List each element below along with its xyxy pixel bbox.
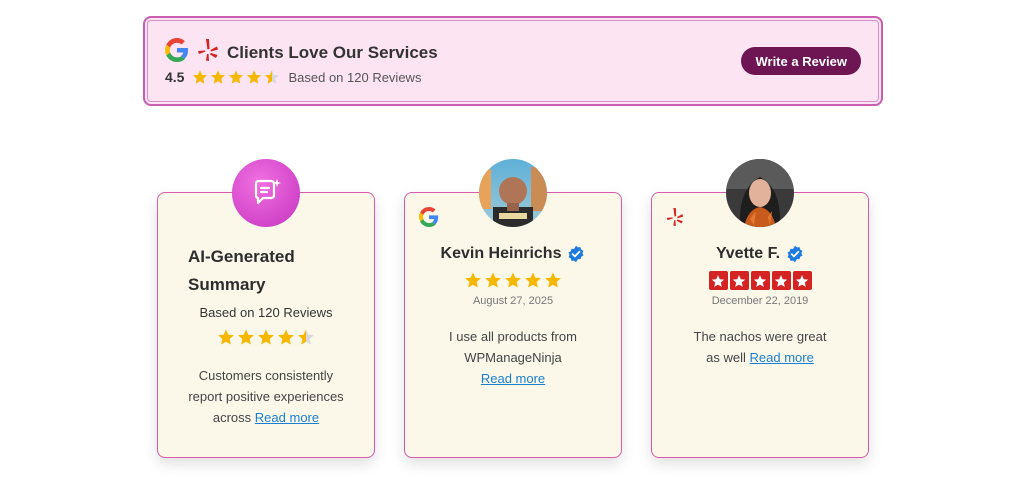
review-star-rating <box>652 271 868 293</box>
star-full-icon <box>278 329 294 345</box>
review-count: Based on 120 Reviews <box>288 69 422 85</box>
review-text: The nachos were great as well Read more <box>672 326 848 368</box>
star-full-icon <box>545 272 561 288</box>
ai-summary-text: Customers consistently report positive e… <box>186 365 346 440</box>
reviewer-name-row: Yvette F. <box>652 245 868 263</box>
star-half-icon <box>265 70 280 84</box>
verified-badge-icon <box>787 245 803 263</box>
average-score: 4.5 <box>165 69 185 85</box>
platform-logos <box>165 38 219 67</box>
star-full-icon <box>485 272 501 288</box>
star-full-icon <box>505 272 521 288</box>
star-full-icon <box>247 70 262 84</box>
star-full-icon <box>238 329 254 345</box>
write-review-button[interactable]: Write a Review <box>741 47 861 75</box>
star-half-icon <box>298 329 314 345</box>
review-date: December 22, 2019 <box>711 295 809 307</box>
review-star-rating <box>405 271 621 294</box>
ai-read-more-link[interactable]: Read more <box>255 410 319 425</box>
banner-rating-row: 4.5 Based on 120 Reviews <box>165 69 421 85</box>
reviews-summary-banner: Clients Love Our Services 4.5 Based on 1… <box>143 16 883 106</box>
ai-summary-avatar <box>232 159 300 227</box>
avatar <box>479 159 547 227</box>
star-full-icon <box>465 272 481 288</box>
ai-summary-title: AI-Generated Summary <box>188 243 295 299</box>
review-date: August 27, 2025 <box>472 295 554 307</box>
star-full-icon <box>258 329 274 345</box>
avatar <box>726 159 794 227</box>
star-full-icon <box>229 70 244 84</box>
ai-review-count: Based on 120 Reviews <box>199 305 333 320</box>
review-body: I use all products from WPManageNinja <box>449 329 577 365</box>
ai-star-rating <box>158 328 374 351</box>
banner-star-rating <box>192 69 280 85</box>
reviewer-name: Yvette F. <box>715 245 781 262</box>
read-more-link[interactable]: Read more <box>481 371 545 386</box>
yelp-logo-icon <box>197 38 219 67</box>
star-full-icon <box>218 329 234 345</box>
ai-title-line-2: Summary <box>188 275 266 294</box>
verified-badge-icon <box>569 245 584 263</box>
yelp-star-icon <box>750 271 770 290</box>
google-logo-icon <box>419 207 439 232</box>
star-full-icon <box>525 272 541 288</box>
google-logo-icon <box>165 38 189 67</box>
read-more-link[interactable]: Read more <box>750 350 814 365</box>
yelp-star-icon <box>729 271 749 290</box>
reviewer-name-row: Kevin Heinrichs <box>405 245 621 263</box>
reviewer-name: Kevin Heinrichs <box>440 245 562 262</box>
review-card-yelp: Yvette F. December 22, 2019 The nachos w… <box>651 159 869 458</box>
star-full-icon <box>211 70 226 84</box>
ai-chat-sparkle-icon <box>254 179 281 205</box>
ai-title-line-1: AI-Generated <box>188 247 295 266</box>
ai-summary-card: AI-Generated Summary Based on 120 Review… <box>157 159 375 458</box>
yelp-star-icon <box>792 271 812 290</box>
yelp-logo-icon <box>666 207 684 232</box>
yelp-star-icon <box>708 271 728 290</box>
banner-title: Clients Love Our Services <box>227 43 438 62</box>
review-text: I use all products from WPManageNinja Re… <box>425 326 601 389</box>
review-card-google: Kevin Heinrichs August 27, 2025 I use al… <box>404 159 622 458</box>
star-full-icon <box>193 70 208 84</box>
yelp-star-icon <box>771 271 791 290</box>
